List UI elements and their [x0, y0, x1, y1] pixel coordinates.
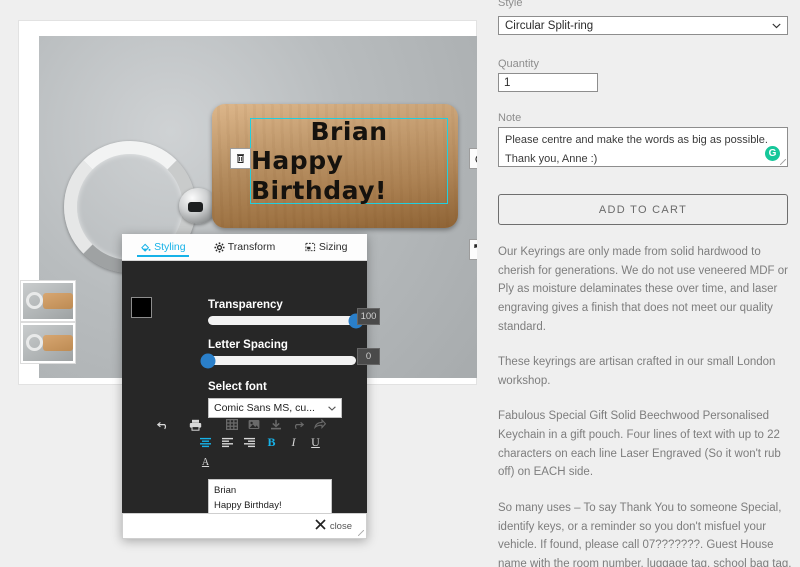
font-select[interactable]: Comic Sans MS, cu...: [208, 398, 342, 418]
redo-icon[interactable]: [290, 417, 305, 432]
note-line-1: Please centre and make the words as big …: [505, 134, 768, 146]
format-toolbar: B I U A: [156, 416, 356, 471]
forward-icon[interactable]: [312, 417, 327, 432]
table-icon[interactable]: [224, 417, 239, 432]
align-right-icon[interactable]: [242, 435, 257, 450]
editor-close-bar[interactable]: close: [122, 513, 367, 539]
tab-sizing-label: Sizing: [318, 241, 348, 253]
letter-spacing-control: Letter Spacing 0: [200, 339, 380, 368]
undo-icon[interactable]: [156, 417, 171, 432]
personalisation-line-2: Happy Birthday!: [214, 499, 282, 511]
thumb-ring: [26, 334, 43, 351]
toolbar-row-3: A: [198, 454, 356, 471]
bold-icon[interactable]: B: [264, 435, 279, 450]
panel-resize-grip[interactable]: [358, 530, 364, 536]
tab-transform[interactable]: Transform: [204, 234, 286, 260]
letter-spacing-knob[interactable]: [200, 353, 216, 368]
align-center-icon[interactable]: [198, 435, 213, 450]
chevron-down-icon: [772, 20, 781, 32]
thumbnail-1[interactable]: [20, 280, 76, 322]
download-icon[interactable]: [268, 417, 283, 432]
letter-spacing-slider-row: 0: [200, 348, 380, 368]
thumb-fob: [43, 335, 73, 351]
transparency-value: 100: [357, 308, 380, 325]
thumbnail-2[interactable]: [20, 322, 76, 364]
thumbnail-1-image: [23, 283, 73, 319]
engraved-line-2: Happy Birthday!: [251, 146, 387, 205]
description-paragraph: These keyrings are artisan crafted in ou…: [498, 356, 776, 387]
description-paragraph: Fabulous Special Gift Solid Beechwood Pe…: [498, 410, 781, 479]
delete-handle-icon[interactable]: [230, 148, 251, 169]
quantity-value: 1: [504, 76, 511, 89]
font-select-value: Comic Sans MS, cu...: [214, 402, 315, 414]
note-line-2: Thank you, Anne :): [505, 153, 598, 166]
description-paragraph: Our Keyrings are only made from solid ha…: [498, 246, 788, 333]
crop-icon: [305, 242, 316, 253]
letter-spacing-slider[interactable]: 0: [200, 348, 380, 368]
editor-panel-body: Transparency 100 Letter Spacing 0 Select…: [122, 261, 380, 530]
style-label: Style: [498, 0, 523, 9]
select-font-label: Select font: [208, 381, 267, 393]
toolbar-row-1: [156, 416, 356, 433]
tab-styling[interactable]: Styling: [122, 234, 204, 260]
tab-transform-label: Transform: [227, 241, 276, 253]
transparency-slider[interactable]: 100: [208, 308, 380, 328]
note-label: Note: [498, 112, 522, 124]
quantity-input[interactable]: 1: [498, 73, 598, 92]
thumb-fob: [43, 293, 73, 309]
description-paragraph: So many uses – To say Thank You to someo…: [498, 501, 792, 567]
transparency-label: Transparency: [208, 299, 283, 311]
personalisation-line-1: Brian: [214, 485, 237, 496]
text-color-icon[interactable]: A: [198, 455, 213, 470]
engraved-text: Brian Happy Birthday!: [251, 116, 447, 205]
thumbnail-2-image: [23, 325, 73, 361]
image-icon[interactable]: [246, 417, 261, 432]
quantity-label: Quantity: [498, 58, 539, 70]
add-to-cart-button[interactable]: ADD TO CART: [498, 194, 788, 225]
product-description: Our Keyrings are only made from solid ha…: [498, 243, 792, 567]
style-select-value: Circular Split-ring: [505, 19, 594, 32]
chevron-down-icon: [328, 402, 336, 414]
thumb-ring: [26, 292, 43, 309]
font-control: Select font Comic Sans MS, cu...: [208, 381, 356, 418]
italic-icon[interactable]: I: [286, 435, 301, 450]
underline-icon[interactable]: U: [308, 435, 323, 450]
product-page: Brian Happy Birthday! Styling Transform …: [0, 0, 800, 567]
align-left-icon[interactable]: [220, 435, 235, 450]
paint-bucket-icon: [140, 242, 151, 253]
style-select[interactable]: Circular Split-ring: [498, 16, 788, 35]
product-media-column: Brian Happy Birthday! Styling Transform …: [0, 0, 480, 567]
toolbar-row-2: B I U: [198, 434, 356, 451]
transparency-control: Transparency 100: [208, 299, 380, 328]
print-icon[interactable]: [188, 417, 203, 432]
close-label: close: [329, 520, 352, 532]
note-resize-grip[interactable]: [780, 159, 786, 165]
tab-styling-label: Styling: [154, 241, 186, 253]
grammarly-icon[interactable]: G: [765, 146, 780, 161]
gear-icon: [214, 241, 225, 253]
tab-sizing[interactable]: Sizing: [285, 234, 367, 260]
engraved-line-1: Brian: [310, 116, 388, 146]
transparency-slider-row: 100: [208, 308, 380, 328]
text-selection-box[interactable]: Brian Happy Birthday!: [250, 116, 448, 205]
product-options-column: Style Circular Split-ring Quantity 1 Not…: [480, 0, 800, 567]
text-editor-panel: Styling Transform Sizing Transparency 10…: [122, 234, 380, 539]
letter-spacing-label: Letter Spacing: [208, 339, 288, 351]
note-textarea[interactable]: Please centre and make the words as big …: [498, 127, 788, 167]
resize-handle-icon[interactable]: [469, 239, 477, 260]
close-icon[interactable]: [315, 517, 326, 535]
rotate-handle-icon[interactable]: [469, 148, 477, 169]
editor-tabbar: Styling Transform Sizing: [122, 234, 367, 261]
letter-spacing-value: 0: [357, 348, 380, 365]
color-swatch[interactable]: [131, 297, 152, 318]
